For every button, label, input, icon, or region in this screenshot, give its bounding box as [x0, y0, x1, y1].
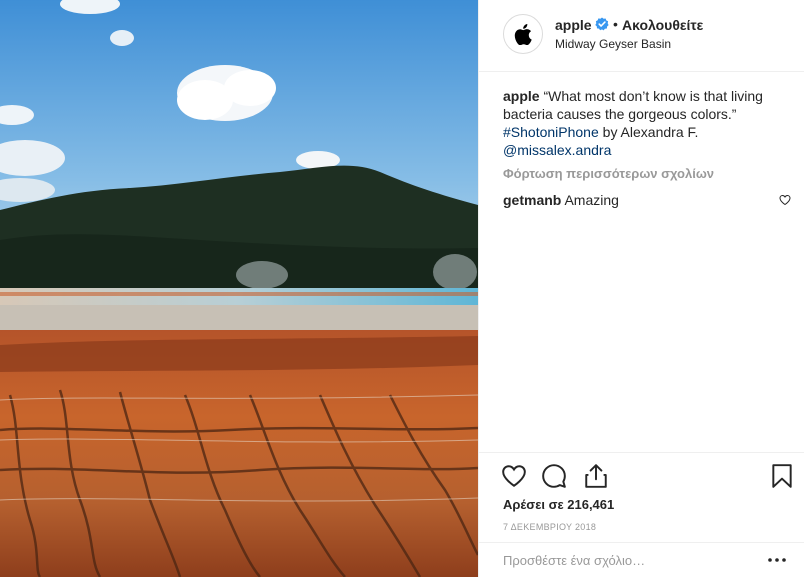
apple-logo-icon: [514, 23, 532, 45]
verified-badge-icon: [595, 17, 609, 31]
comment-text: Amazing: [564, 192, 619, 208]
avatar[interactable]: [503, 14, 543, 54]
hashtag-link[interactable]: #ShotoniPhone: [503, 124, 599, 140]
post-header: apple • Ακολουθείτε Midway Geyser Basin: [479, 0, 804, 72]
caption-username[interactable]: apple: [503, 88, 540, 104]
likes-count[interactable]: Αρέσει σε 216,461: [503, 497, 614, 512]
mention-link[interactable]: @missalex.andra: [503, 142, 611, 158]
post-date[interactable]: 7 ΔΕΚΕΜΒΡΙΟΥ 2018: [503, 522, 596, 532]
add-comment-input[interactable]: [503, 553, 753, 568]
comment-item: getmanb Amazing: [503, 192, 783, 208]
post-caption: apple “What most don’t know is that livi…: [503, 87, 783, 159]
load-more-comments-button[interactable]: Φόρτωση περισσότερων σχολίων: [503, 166, 714, 181]
share-icon[interactable]: [583, 463, 609, 489]
header-username[interactable]: apple: [555, 17, 592, 33]
location-link[interactable]: Midway Geyser Basin: [555, 37, 671, 51]
save-bookmark-icon[interactable]: [769, 463, 795, 489]
like-heart-icon[interactable]: [501, 463, 527, 489]
post-photo-image: [0, 0, 478, 577]
like-comment-heart-icon[interactable]: [779, 194, 791, 206]
comment-username[interactable]: getmanb: [503, 192, 561, 208]
header-separator: •: [613, 16, 618, 32]
add-comment-bar: [479, 542, 804, 577]
comment-bubble-icon[interactable]: [541, 463, 567, 489]
following-button[interactable]: Ακολουθείτε: [622, 17, 703, 33]
caption-text: “What most don’t know is that living bac…: [503, 88, 763, 122]
post-panel: apple • Ακολουθείτε Midway Geyser Basin …: [478, 0, 804, 577]
post-actions: Αρέσει σε 216,461 7 ΔΕΚΕΜΒΡΙΟΥ 2018: [479, 452, 804, 542]
post-photo[interactable]: [0, 0, 478, 577]
more-options-icon[interactable]: [767, 557, 787, 563]
caption-by-text: by Alexandra F.: [602, 124, 699, 140]
